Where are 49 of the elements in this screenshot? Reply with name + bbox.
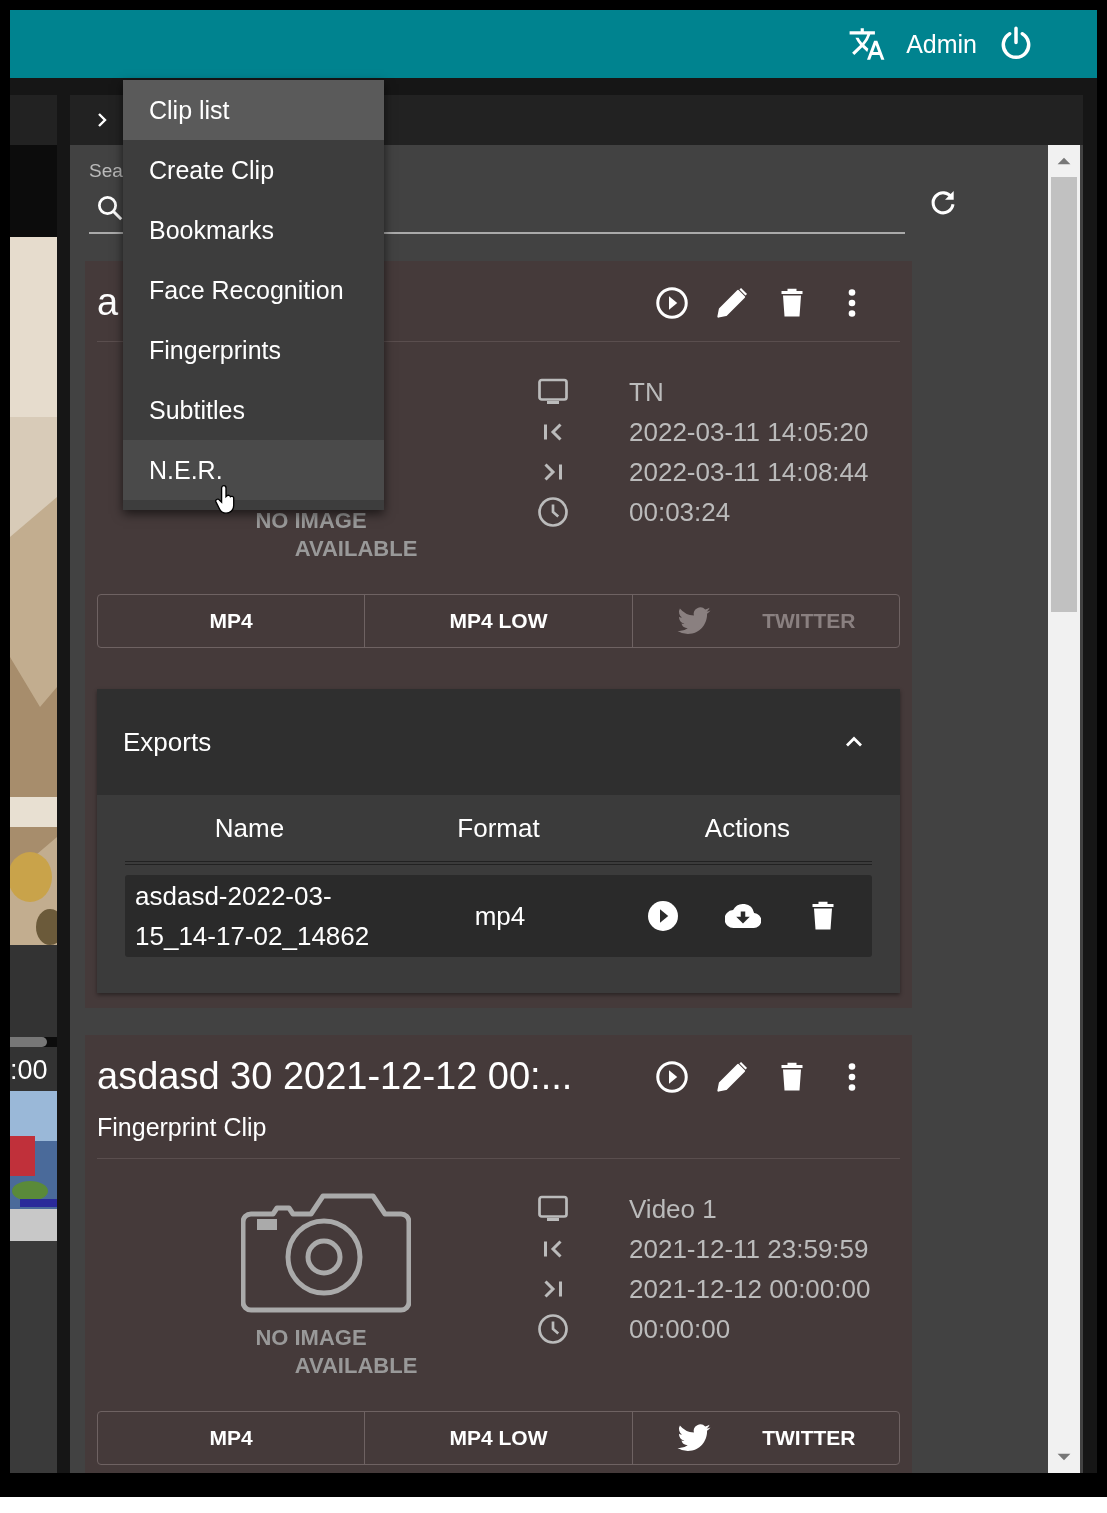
clip-subtitle: Fingerprint Clip [97,1113,268,1142]
column-header: Format [456,812,541,844]
no-image-text: AVAILABLE [294,1352,418,1380]
menu-item[interactable]: Subtitles [123,380,384,440]
no-image-text: NO IMAGE [255,507,367,535]
column-header: Actions [703,812,792,844]
clip-info-value: 00:00:00 [629,1313,731,1345]
format-button[interactable]: MP4 [98,595,365,647]
scrollbar-thumb[interactable] [1051,177,1077,612]
exports-header[interactable]: Exports [97,689,900,795]
slider-track[interactable] [10,1037,47,1047]
column-header: Name [213,812,286,844]
menu-item[interactable]: N.E.R. [123,440,384,500]
menu-item[interactable]: Face Recognition [123,260,384,320]
hand-cursor-icon [215,485,237,515]
twitter-button[interactable]: TWITTER [631,1412,899,1464]
user-name[interactable]: Admin [906,29,977,59]
export-format: mp4 [473,900,527,932]
edit-icon[interactable] [714,285,750,321]
edit-icon[interactable] [714,1059,750,1095]
translate-icon[interactable] [848,25,887,63]
format-button[interactable]: MP4 LOW [364,595,632,647]
play-icon[interactable] [654,1059,690,1095]
search-label: Sea [89,160,123,183]
clock-icon [535,1311,571,1347]
clip-info-value: 2022-03-11 14:05:20 [629,416,869,448]
play-icon[interactable] [654,285,690,321]
search-icon [95,193,125,223]
format-button[interactable]: MP4 [98,1412,365,1464]
play-icon[interactable] [645,898,681,934]
scrollbar[interactable] [1048,145,1080,1473]
menu-item[interactable]: Create Clip [123,140,384,200]
clip-info-value: 2021-12-12 00:00:00 [629,1273,871,1305]
clip-title: a [97,280,119,325]
clip-info-value: TN [629,376,664,408]
clip-info-value: 2022-03-11 14:08:44 [629,456,869,488]
time-label: :00 [10,1047,57,1091]
clip-info-value: 2021-12-11 23:59:59 [629,1233,869,1265]
format-button[interactable]: MP4 LOW [364,1412,632,1464]
no-image-text: AVAILABLE [294,535,418,563]
clock-icon [535,494,571,530]
menu-item[interactable]: Bookmarks [123,200,384,260]
no-image-text: NO IMAGE [255,1324,367,1352]
clip-info-value: 00:03:24 [629,496,731,528]
menu-item[interactable]: Clip list [123,80,384,140]
menu-item[interactable]: Fingerprints [123,320,384,380]
export-name: asdasd-2022-03-15_14-17-02_14862 [135,880,371,953]
clip-info-value: Video 1 [629,1193,717,1225]
clip-title: asdasd 30 2021-12-12 00:... [97,1054,573,1099]
